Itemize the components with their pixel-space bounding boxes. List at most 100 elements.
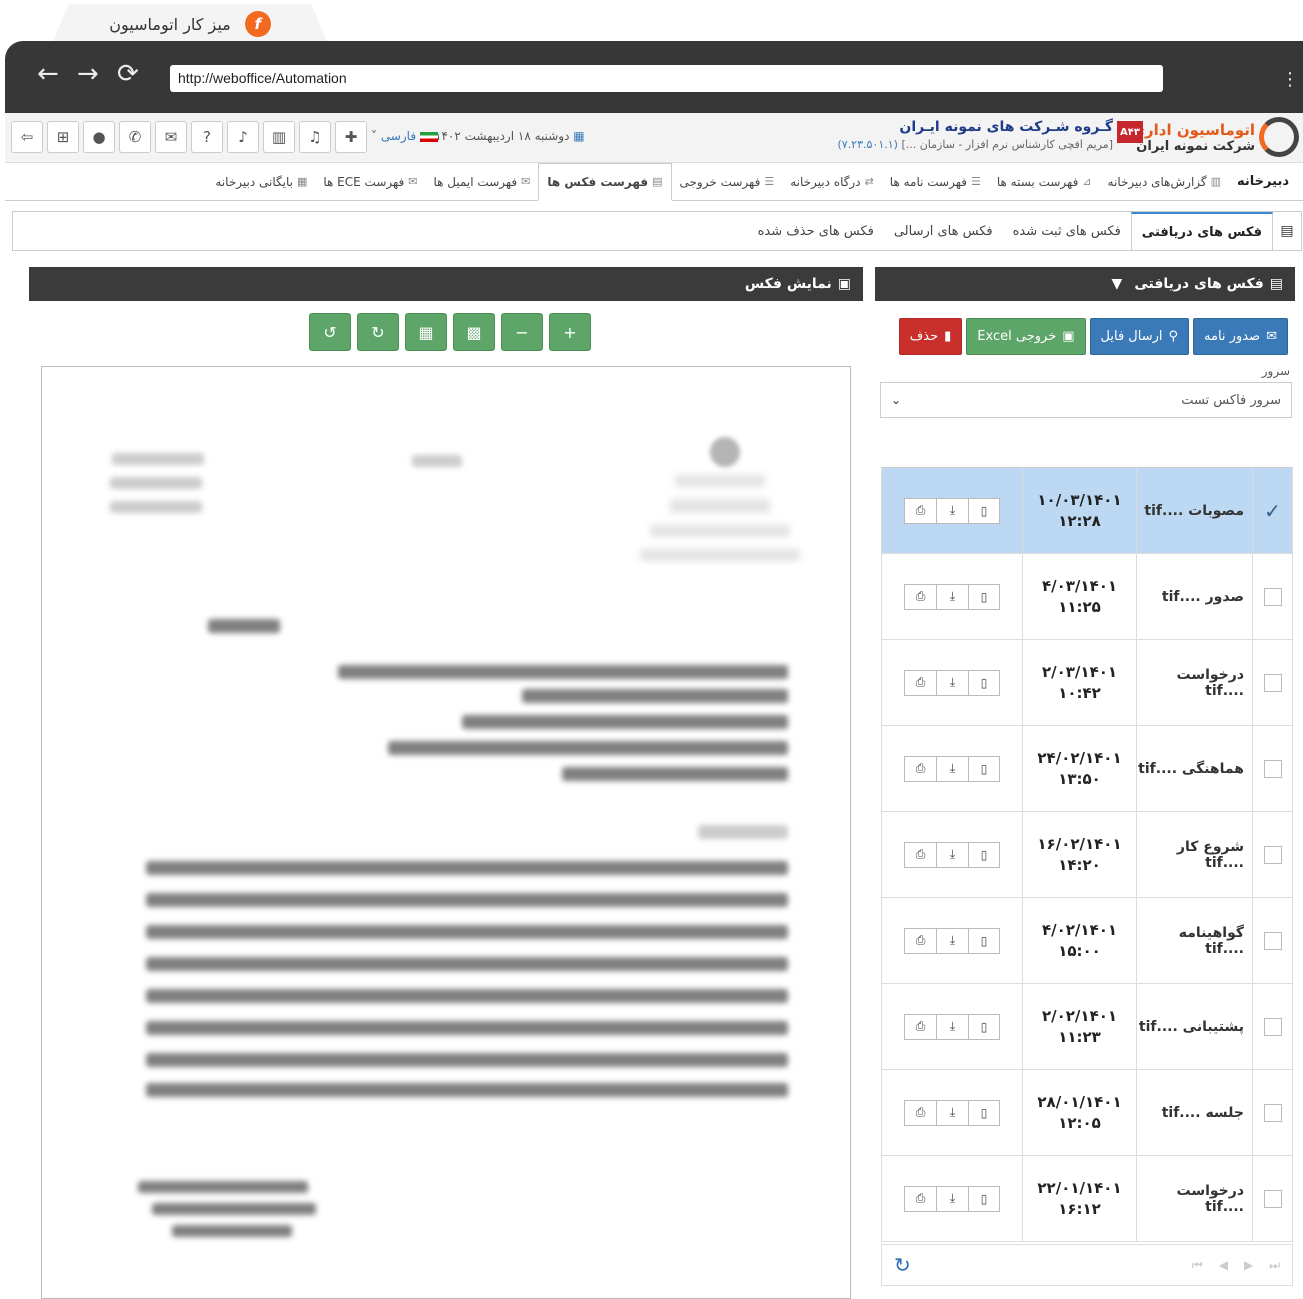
mic-icon[interactable]: ♪ <box>227 121 259 153</box>
rotate-left-icon[interactable]: ↺ <box>309 313 351 351</box>
image-icon: ▣ <box>837 276 851 292</box>
menu-item-label: فهرست نامه ها <box>889 174 967 189</box>
last-page-icon[interactable]: ⏭ <box>1269 1258 1280 1273</box>
row-checkbox[interactable]: ✓ <box>1264 501 1282 521</box>
grid-view-icon[interactable]: ▦ <box>405 313 447 351</box>
browser-tab[interactable]: میز کار اتوماسیون f <box>52 4 328 44</box>
delete-icon[interactable]: ▯ <box>968 497 1000 524</box>
table-row[interactable]: هماهنگی ....tif ۲۴/۰۲/۱۴۰۱ ۱۳:۵۰ ▯ ⤓ ⎙ <box>881 726 1293 812</box>
menu-item[interactable]: ✉ فهرست ECE ها <box>315 163 425 200</box>
menu-item[interactable]: ▤ فهرست فکس ها <box>538 163 672 201</box>
row-checkbox[interactable] <box>1263 1017 1282 1036</box>
table-row[interactable]: جلسه ....tif ۲۸/۰۱/۱۴۰۱ ۱۲:۰۵ ▯ ⤓ ⎙ <box>881 1070 1293 1156</box>
table-row[interactable]: صدور ....tif ۴/۰۳/۱۴۰۱ ۱۱:۲۵ ▯ ⤓ ⎙ <box>881 554 1293 640</box>
delete-icon[interactable]: ▯ <box>968 755 1000 782</box>
subtab[interactable]: فکس های ثبت شده <box>1003 212 1131 250</box>
next-page-icon[interactable]: ▶ <box>1244 1258 1253 1273</box>
print-icon[interactable]: ⎙ <box>904 927 936 954</box>
user-icon[interactable]: ● <box>83 121 115 153</box>
download-icon[interactable]: ⤓ <box>936 1099 968 1126</box>
table-row[interactable]: درخواست ....tif ۲/۰۳/۱۴۰۱ ۱۰:۴۲ ▯ ⤓ ⎙ <box>881 640 1293 726</box>
menu-item[interactable]: ▥ گزارش‌های دبیرخانه <box>1100 163 1229 200</box>
filter-icon[interactable]: ▼ <box>1112 276 1123 292</box>
menu-item[interactable]: ▦ بایگانی دبیرخانه <box>207 163 315 200</box>
menu-item[interactable]: ⇄ درگاه دبیرخانه <box>782 163 882 200</box>
menu-item-label: فهرست ایمیل ها <box>433 174 518 189</box>
tile-view-icon[interactable]: ▩ <box>453 313 495 351</box>
row-checkbox[interactable] <box>1263 1103 1282 1122</box>
row-checkbox[interactable] <box>1263 931 1282 950</box>
message-icon[interactable]: ✉ <box>155 121 187 153</box>
print-icon[interactable]: ⎙ <box>904 1185 936 1212</box>
help-icon[interactable]: ? <box>191 121 223 153</box>
issue-letter-button[interactable]: ✉ صدور نامه <box>1193 318 1288 355</box>
excel-export-button[interactable]: ▣ خروجی Excel <box>966 318 1086 355</box>
delete-icon[interactable]: ▯ <box>968 927 1000 954</box>
report-icon[interactable]: ▥ <box>263 121 295 153</box>
browser-menu-icon[interactable]: ⋮ <box>1281 69 1299 90</box>
download-icon[interactable]: ⤓ <box>936 497 968 524</box>
send-file-button[interactable]: ⚲ ارسال فایل <box>1089 318 1190 355</box>
download-icon[interactable]: ⤓ <box>936 669 968 696</box>
print-icon[interactable]: ⎙ <box>904 841 936 868</box>
org-chart-icon[interactable]: ⊞ <box>47 121 79 153</box>
prev-page-icon[interactable]: ◀ <box>1219 1258 1228 1273</box>
row-checkbox[interactable] <box>1263 759 1282 778</box>
refresh-icon[interactable]: ↻ <box>894 1253 911 1277</box>
table-row[interactable]: پشتیبانی ....tif ۲/۰۲/۱۴۰۱ ۱۱:۲۳ ▯ ⤓ ⎙ <box>881 984 1293 1070</box>
table-row[interactable]: شروع کار ....tif ۱۶/۰۲/۱۴۰۱ ۱۴:۲۰ ▯ ⤓ ⎙ <box>881 812 1293 898</box>
address-bar[interactable]: http://weboffice/Automation <box>170 65 1163 92</box>
delete-icon[interactable]: ▯ <box>968 669 1000 696</box>
row-checkbox[interactable] <box>1263 1189 1282 1208</box>
table-row[interactable]: گواهینامه ....tif ۴/۰۲/۱۴۰۱ ۱۵:۰۰ ▯ ⤓ ⎙ <box>881 898 1293 984</box>
print-icon[interactable]: ⎙ <box>904 583 936 610</box>
forward-icon[interactable]: → <box>77 61 99 87</box>
download-icon[interactable]: ⤓ <box>936 927 968 954</box>
delete-icon[interactable]: ▯ <box>968 841 1000 868</box>
delete-icon[interactable]: ▯ <box>968 1099 1000 1126</box>
company-info[interactable]: A۴۳ گـروه شـرکت های نمونه ایـران [مریم ا… <box>837 119 1143 151</box>
table-row[interactable]: ✓ مصوبات ....tif ۱۰/۰۳/۱۴۰۱ ۱۲:۲۸ ▯ ⤓ ⎙ <box>881 468 1293 554</box>
subtab[interactable]: فکس های حذف شده <box>748 212 884 250</box>
delete-icon[interactable]: ▯ <box>968 1185 1000 1212</box>
print-icon[interactable]: ⎙ <box>904 1099 936 1126</box>
row-checkbox[interactable] <box>1263 673 1282 692</box>
download-icon[interactable]: ⤓ <box>936 1013 968 1040</box>
menu-item[interactable]: ✉ فهرست ایمیل ها <box>425 163 538 200</box>
download-icon[interactable]: ⤓ <box>936 583 968 610</box>
menu-item[interactable]: ⊿ فهرست بسته ها <box>989 163 1100 200</box>
delete-button[interactable]: ▮ حذف <box>898 318 963 355</box>
print-icon[interactable]: ⎙ <box>904 497 936 524</box>
rotate-right-icon[interactable]: ↻ <box>357 313 399 351</box>
reload-icon[interactable]: ⟳ <box>117 61 139 87</box>
delete-icon[interactable]: ▯ <box>968 583 1000 610</box>
language-selector[interactable]: فارسی ˅ <box>371 129 438 143</box>
row-checkbox[interactable] <box>1263 845 1282 864</box>
menu-item[interactable]: ☰ فهرست نامه ها <box>882 163 989 200</box>
zoom-out-icon[interactable]: − <box>501 313 543 351</box>
row-checkbox[interactable] <box>1263 587 1282 606</box>
fax-document-preview[interactable] <box>41 366 851 1299</box>
print-icon[interactable]: ⎙ <box>904 1013 936 1040</box>
brand[interactable]: اتوماسیون اداری شرکت نمونه ایران <box>1131 117 1299 157</box>
row-checkbox-cell <box>1252 898 1292 983</box>
chat-icon[interactable]: ✆ <box>119 121 151 153</box>
zoom-in-icon[interactable]: + <box>549 313 591 351</box>
exit-icon[interactable]: ⇦ <box>11 121 43 153</box>
first-page-icon[interactable]: ⏮ <box>1192 1258 1203 1273</box>
delete-icon[interactable]: ▯ <box>968 1013 1000 1040</box>
table-row[interactable]: درخواست ....tif ۲۲/۰۱/۱۴۰۱ ۱۶:۱۲ ▯ ⤓ ⎙ <box>881 1156 1293 1242</box>
back-icon[interactable]: ← <box>37 61 59 87</box>
bell-icon[interactable]: ♫ <box>299 121 331 153</box>
menu-item[interactable]: دبیرخانه <box>1229 163 1297 200</box>
subtab[interactable]: فکس های دریافتی <box>1130 212 1273 250</box>
subtab[interactable]: فکس های ارسالی <box>884 212 1003 250</box>
download-icon[interactable]: ⤓ <box>936 841 968 868</box>
puzzle-icon[interactable]: ✚ <box>335 121 367 153</box>
print-icon[interactable]: ⎙ <box>904 669 936 696</box>
download-icon[interactable]: ⤓ <box>936 1185 968 1212</box>
menu-item[interactable]: ☰ فهرست خروجی <box>672 163 783 200</box>
download-icon[interactable]: ⤓ <box>936 755 968 782</box>
server-select[interactable]: سرور فاکس تست ⌄ <box>880 382 1292 418</box>
print-icon[interactable]: ⎙ <box>904 755 936 782</box>
